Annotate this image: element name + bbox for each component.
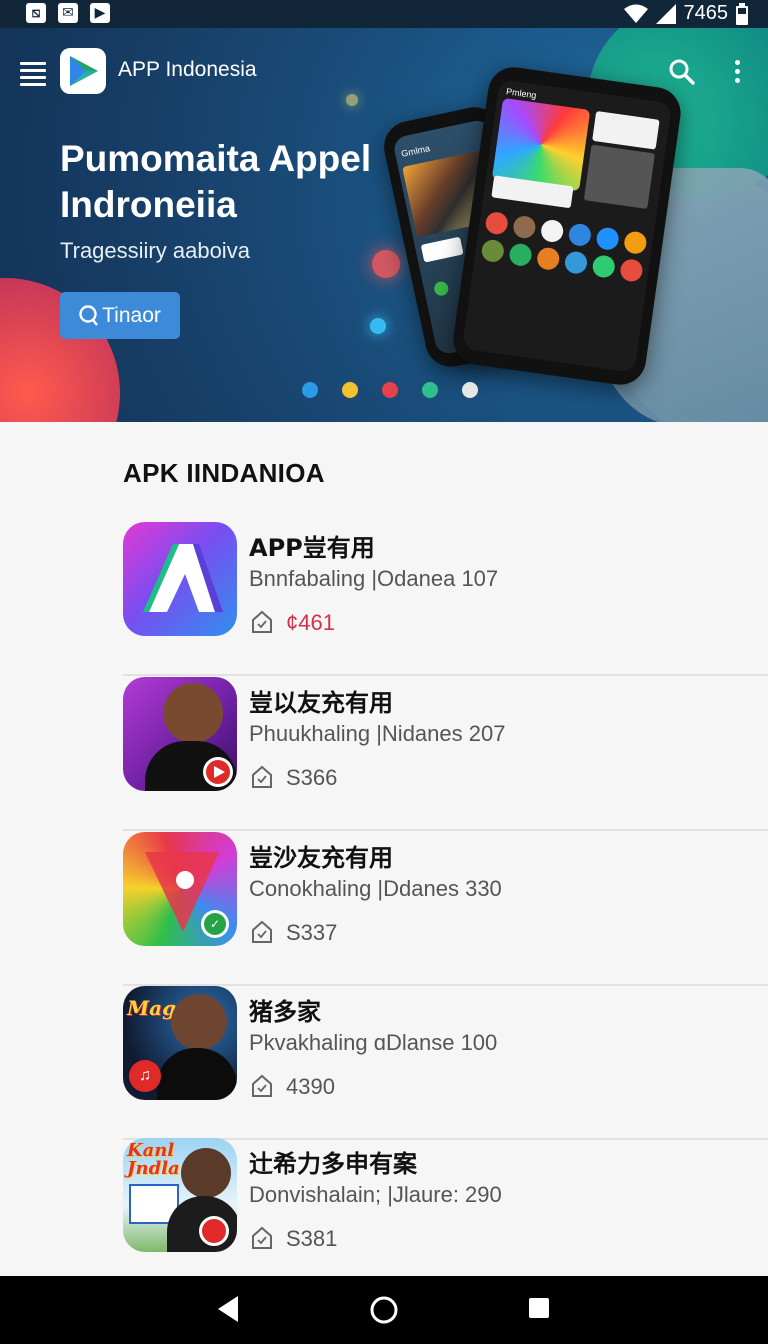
more-options-icon[interactable] bbox=[730, 56, 744, 88]
music-badge-icon: ♫ bbox=[129, 1060, 161, 1092]
image-icon: ⧅ bbox=[26, 3, 46, 23]
price-tag-icon bbox=[252, 765, 272, 788]
list-item[interactable]: APP豈有用 Bnnfabaling |Odanea 107 ¢461 bbox=[123, 522, 768, 676]
app-name: 豈以友充有用 bbox=[249, 689, 393, 717]
recents-icon[interactable] bbox=[528, 1294, 560, 1326]
app-list-section: APK IINDANIOA APP豈有用 Bnnfabaling |Odanea… bbox=[0, 422, 768, 1276]
app-developer: Conokhaling |Ddanes 330 bbox=[249, 876, 502, 901]
home-icon[interactable] bbox=[368, 1294, 400, 1326]
bokeh-light bbox=[346, 94, 358, 106]
carousel-indicator bbox=[302, 382, 478, 398]
bokeh-light bbox=[370, 318, 386, 334]
app-icon bbox=[123, 522, 237, 636]
app-icon: Kanl Jndla bbox=[123, 1138, 237, 1252]
phone-label: Gmlma bbox=[400, 143, 431, 159]
app-price: S337 bbox=[286, 920, 338, 945]
hero-search-button[interactable]: Tinaor bbox=[60, 292, 180, 339]
price-tag-icon bbox=[252, 610, 272, 633]
bokeh-light bbox=[372, 250, 400, 278]
price-tag-icon bbox=[252, 1074, 272, 1097]
list-item[interactable]: Magalla ♫ 猪多家 Pkvakhaling ɑDlanse 100 43… bbox=[123, 986, 768, 1140]
app-developer: Bnnfabaling |Odanea 107 bbox=[249, 566, 499, 591]
app-icon: ✓ bbox=[123, 832, 237, 946]
search-icon[interactable] bbox=[668, 58, 698, 88]
app-developer: Phuukhaling |Nidanes 207 bbox=[249, 721, 506, 746]
carousel-dot[interactable] bbox=[422, 382, 438, 398]
hero-banner: Gmlma Pmleng APP Indonesia Pumomaita App… bbox=[0, 28, 768, 422]
app-price: S366 bbox=[286, 765, 338, 790]
app-developer: Donvishalain; |Jlaure: 290 bbox=[249, 1182, 502, 1207]
hamburger-menu-icon[interactable] bbox=[20, 58, 46, 86]
divider bbox=[123, 674, 768, 676]
price-tag-icon bbox=[252, 1226, 272, 1249]
hero-headline: Pumomaita Appel Indroneiia bbox=[60, 138, 372, 225]
letter-a-icon bbox=[143, 544, 223, 612]
carousel-dot[interactable] bbox=[382, 382, 398, 398]
badge-icon: ✓ bbox=[201, 910, 229, 938]
hero-button-label: Tinaor bbox=[102, 303, 161, 327]
carousel-dot[interactable] bbox=[342, 382, 358, 398]
clock: 7465 bbox=[683, 2, 729, 24]
app-price: 4390 bbox=[286, 1074, 335, 1099]
list-item[interactable]: ✓ 豈沙友充有用 Conokhaling |Ddanes 330 S337 bbox=[123, 832, 768, 986]
app-developer: Pkvakhaling ɑDlanse 100 bbox=[249, 1030, 498, 1055]
app-title: APP Indonesia bbox=[118, 58, 257, 81]
system-nav-bar bbox=[0, 1276, 768, 1344]
icon-label: Kanl Jndla bbox=[127, 1140, 180, 1179]
list-item[interactable]: 豈以友充有用 Phuukhaling |Nidanes 207 S366 bbox=[123, 677, 768, 831]
carousel-dot[interactable] bbox=[462, 382, 478, 398]
play-badge-icon bbox=[203, 757, 233, 787]
back-icon[interactable] bbox=[216, 1294, 248, 1326]
app-logo bbox=[60, 48, 106, 94]
system-icons: 7465 bbox=[623, 2, 748, 25]
app-name: 猪多家 bbox=[249, 998, 321, 1026]
app-icon: Magalla ♫ bbox=[123, 986, 237, 1100]
price-tag-icon bbox=[252, 920, 272, 943]
phone-illustration: Pmleng bbox=[450, 63, 684, 389]
search-icon bbox=[79, 304, 99, 326]
play-icon: ▶ bbox=[90, 3, 110, 23]
carousel-dot[interactable] bbox=[302, 382, 318, 398]
app-name: 辻希力多申有案 bbox=[249, 1150, 417, 1178]
divider bbox=[123, 829, 768, 831]
status-bar: ⧅ ✉ ▶ 7465 bbox=[0, 0, 768, 28]
wifi-icon bbox=[623, 4, 648, 23]
app-name: 豈沙友充有用 bbox=[249, 844, 393, 872]
section-title: APK IINDANIOA bbox=[123, 458, 325, 488]
hero-subtitle: Tragessiiry aaboiva bbox=[60, 238, 250, 263]
mail-icon: ✉ bbox=[58, 3, 78, 23]
badge-icon bbox=[199, 1216, 229, 1246]
play-store-logo-icon bbox=[70, 56, 98, 86]
app-name: APP豈有用 bbox=[249, 534, 375, 562]
notification-icons: ⧅ ✉ ▶ bbox=[26, 3, 110, 23]
app-price: ¢461 bbox=[286, 610, 335, 635]
battery-icon bbox=[736, 2, 748, 25]
app-icon bbox=[123, 677, 237, 791]
signal-icon bbox=[655, 3, 676, 24]
app-price: S381 bbox=[286, 1226, 338, 1251]
list-item[interactable]: Kanl Jndla 辻希力多申有案 Donvishalain; |Jlaure… bbox=[123, 1138, 768, 1278]
